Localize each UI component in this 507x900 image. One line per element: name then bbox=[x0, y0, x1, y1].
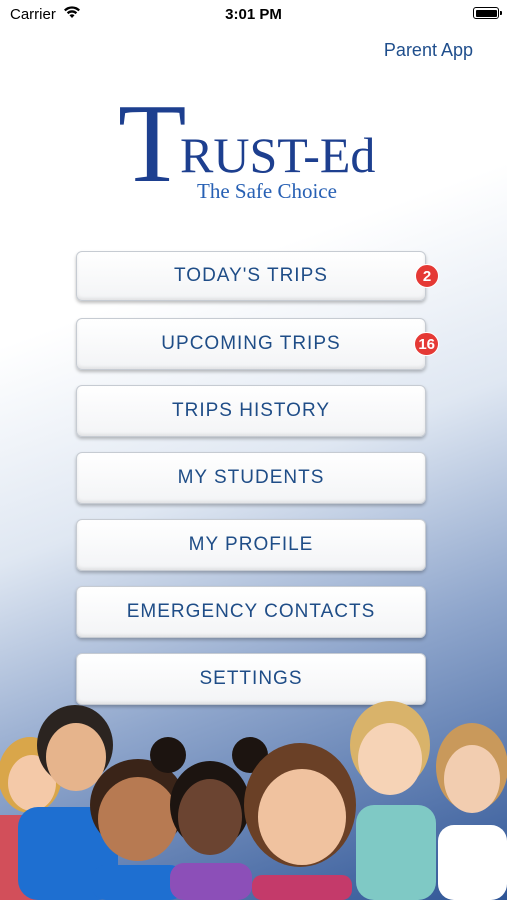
child-5 bbox=[244, 743, 356, 900]
emergency-contacts-button[interactable]: EMERGENCY CONTACTS bbox=[76, 586, 426, 638]
main-menu: TODAY'S TRIPS 2 UPCOMING TRIPS 16 TRIPS … bbox=[76, 251, 439, 720]
todays-trips-label: TODAY'S TRIPS bbox=[174, 265, 328, 286]
child-7 bbox=[436, 723, 507, 900]
upcoming-trips-button[interactable]: UPCOMING TRIPS 16 bbox=[76, 318, 439, 370]
logo-first-letter: T bbox=[118, 82, 186, 206]
children-photo bbox=[0, 701, 507, 900]
trips-history-button[interactable]: TRIPS HISTORY bbox=[76, 385, 426, 437]
child-6 bbox=[350, 701, 436, 900]
status-bar: Carrier 3:01 PM bbox=[0, 0, 507, 28]
battery-icon bbox=[473, 7, 502, 19]
clock: 3:01 PM bbox=[225, 6, 282, 23]
upcoming-trips-badge: 16 bbox=[414, 332, 439, 356]
my-students-label: MY STUDENTS bbox=[177, 467, 325, 488]
trust-ed-logo: T RUST-Ed The Safe Choice bbox=[118, 82, 398, 208]
todays-trips-badge: 2 bbox=[415, 264, 439, 288]
parent-app-link[interactable]: Parent App bbox=[384, 40, 473, 61]
trips-history-label: TRIPS HISTORY bbox=[172, 400, 330, 421]
my-profile-button[interactable]: MY PROFILE bbox=[76, 519, 426, 571]
logo-tagline: The Safe Choice bbox=[197, 179, 337, 203]
emergency-contacts-label: EMERGENCY CONTACTS bbox=[126, 601, 376, 622]
settings-label: SETTINGS bbox=[199, 668, 303, 689]
logo-wordmark: RUST-Ed bbox=[180, 127, 376, 183]
todays-trips-button[interactable]: TODAY'S TRIPS 2 bbox=[76, 251, 439, 301]
my-profile-label: MY PROFILE bbox=[188, 534, 314, 555]
upcoming-trips-label: UPCOMING TRIPS bbox=[161, 333, 341, 354]
my-students-button[interactable]: MY STUDENTS bbox=[76, 452, 426, 504]
